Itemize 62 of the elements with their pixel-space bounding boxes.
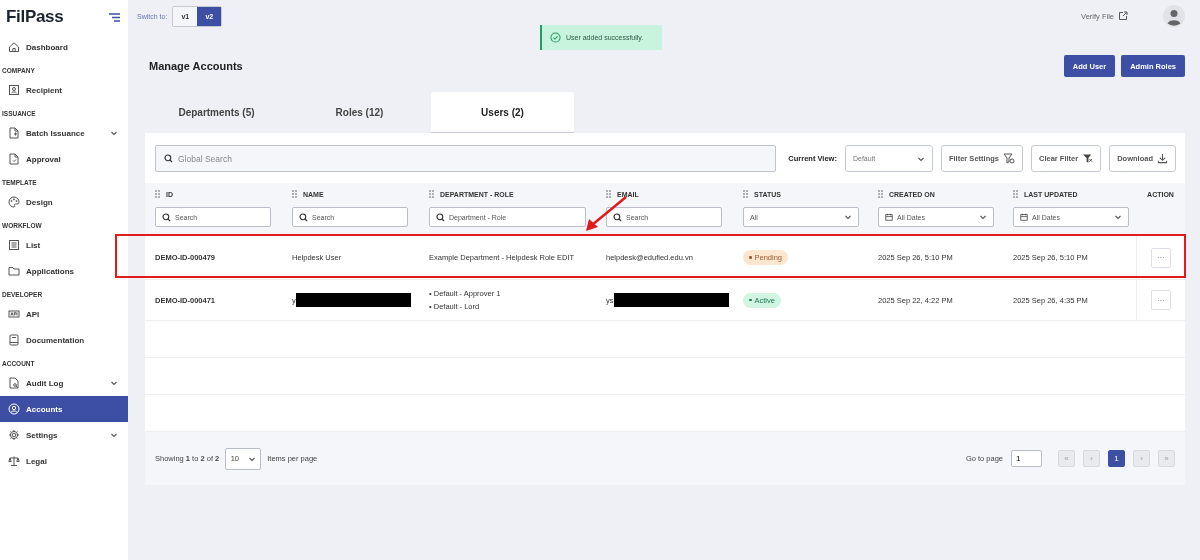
scales-icon (8, 455, 20, 467)
sidebar-item[interactable]: API (0, 301, 128, 327)
palette-icon (8, 196, 20, 208)
calendar-icon (1020, 213, 1028, 221)
chevron-icon (110, 129, 118, 137)
page-title: Manage Accounts (148, 60, 244, 72)
sidebar-item[interactable]: Recipient (0, 77, 128, 103)
home-icon (8, 41, 20, 53)
annotation-arrow (585, 196, 627, 232)
tab[interactable]: Roles (12) (288, 92, 431, 132)
global-search-field[interactable]: Global Search (155, 145, 777, 172)
page-button[interactable]: 1 (1108, 450, 1125, 467)
sidebar-item[interactable]: Audit Log (0, 370, 128, 396)
api-icon (8, 308, 20, 320)
avatar-icon[interactable] (1163, 5, 1185, 27)
search-icon (613, 212, 622, 222)
sidebar-item[interactable]: Approval (0, 146, 128, 172)
drag-handle-icon[interactable] (429, 190, 434, 198)
search-icon (299, 212, 308, 222)
chevron-icon (979, 213, 987, 221)
sidebar-item[interactable]: Legal (0, 448, 128, 474)
tab[interactable]: Departments (5) (145, 92, 288, 132)
drag-handle-icon[interactable] (743, 190, 748, 198)
sidebar-item[interactable]: Documentation (0, 327, 128, 353)
download-icon (1157, 153, 1168, 164)
drag-handle-icon[interactable] (1013, 190, 1018, 198)
document-icon (8, 153, 20, 165)
chevron-icon (1114, 213, 1122, 221)
filter-clear-icon (1082, 153, 1094, 164)
list-icon (8, 239, 20, 251)
drag-handle-icon[interactable] (292, 190, 297, 198)
sidebar-item[interactable]: Design (0, 189, 128, 215)
settings-icon (8, 429, 20, 441)
calendar-icon (885, 213, 893, 221)
sidebar-item[interactable]: Accounts (0, 396, 128, 422)
chevron-icon (110, 379, 118, 387)
logo[interactable]: FilPass (6, 7, 64, 27)
drag-handle-icon[interactable] (606, 190, 611, 198)
document-icon (8, 377, 20, 389)
sidebar-item[interactable]: Dashboard (0, 34, 128, 60)
drag-handle-icon[interactable] (878, 190, 883, 198)
chevron-icon (110, 431, 118, 439)
sidebar-item[interactable]: Settings (0, 422, 128, 448)
sidebar-item[interactable]: Batch Issuance (0, 120, 128, 146)
external-link-icon (1118, 11, 1128, 21)
search-icon (164, 154, 173, 163)
search-icon (436, 212, 445, 222)
search-icon (162, 212, 171, 222)
user-icon (8, 403, 20, 415)
drag-handle-icon[interactable] (155, 190, 160, 198)
id-card-icon (8, 84, 20, 96)
filter-icon (1002, 153, 1015, 164)
folder-icon (8, 265, 20, 277)
chevron-icon (844, 213, 852, 221)
menu-icon[interactable] (109, 12, 120, 22)
document-icon (8, 127, 20, 139)
book-icon (8, 334, 20, 346)
check-circle-icon (550, 32, 561, 43)
tab[interactable]: Users (2) (431, 92, 574, 132)
sidebar-item[interactable]: List (0, 232, 128, 258)
page-input[interactable]: 1 (1011, 450, 1042, 467)
sidebar-item[interactable]: Applications (0, 258, 128, 284)
